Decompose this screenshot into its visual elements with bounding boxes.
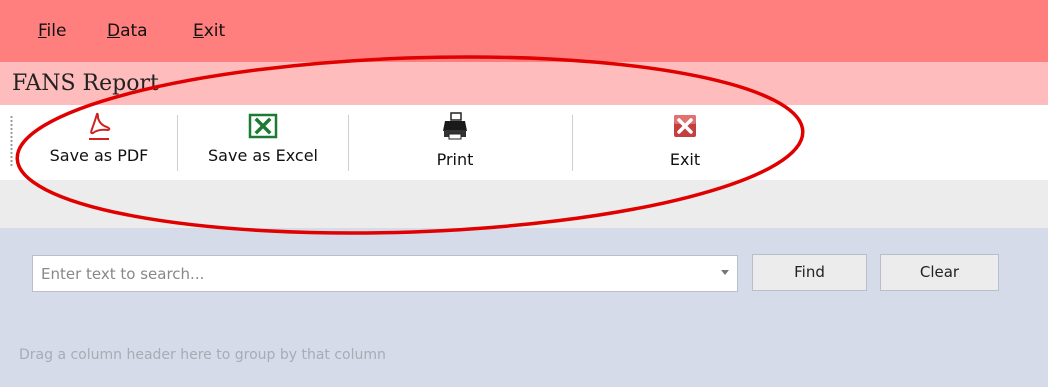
print-button[interactable]: Print — [385, 111, 525, 177]
menu-bar: File Data Exit — [0, 0, 1048, 62]
excel-icon — [248, 113, 278, 139]
search-input[interactable] — [33, 256, 713, 291]
print-label: Print — [436, 150, 474, 169]
menu-data-mnemonic: D — [107, 21, 121, 41]
save-as-excel-button[interactable]: Save as Excel — [188, 111, 338, 177]
toolbar-separator — [572, 115, 573, 171]
toolbar: Save as PDF Save as Excel Print Exit — [0, 105, 1048, 180]
exit-icon — [674, 115, 696, 137]
save-as-pdf-button[interactable]: Save as PDF — [34, 111, 164, 177]
menu-exit-mnemonic: E — [193, 21, 204, 41]
title-bar: FANS Report — [0, 62, 1048, 105]
toolbar-separator — [177, 115, 178, 171]
toolbar-separator — [348, 115, 349, 171]
pdf-icon — [89, 112, 111, 140]
toolbar-grip-handle[interactable] — [10, 115, 13, 167]
menu-exit-label: xit — [203, 21, 226, 41]
exit-label: Exit — [669, 150, 701, 169]
save-as-pdf-label: Save as PDF — [49, 146, 149, 165]
menu-exit[interactable]: Exit — [193, 20, 225, 42]
search-combo[interactable] — [32, 255, 738, 292]
find-button[interactable]: Find — [752, 254, 867, 291]
group-by-hint: Drag a column header here to group by th… — [19, 347, 386, 363]
clear-button[interactable]: Clear — [880, 254, 999, 291]
chevron-down-icon[interactable] — [721, 270, 729, 275]
report-title: FANS Report — [12, 71, 159, 96]
save-as-excel-label: Save as Excel — [208, 146, 318, 165]
menu-file-mnemonic: F — [38, 21, 47, 41]
menu-data[interactable]: Data — [107, 20, 148, 42]
printer-icon — [443, 112, 467, 140]
exit-button[interactable]: Exit — [615, 111, 755, 177]
menu-file-label: ile — [46, 21, 67, 41]
toolbar-spacer — [0, 180, 1048, 228]
report-window: File Data Exit FANS Report Save as PDF S… — [0, 0, 1048, 387]
search-panel: Find Clear Drag a column header here to … — [0, 228, 1048, 387]
menu-file[interactable]: File — [38, 20, 66, 42]
menu-data-label: ata — [120, 21, 148, 41]
